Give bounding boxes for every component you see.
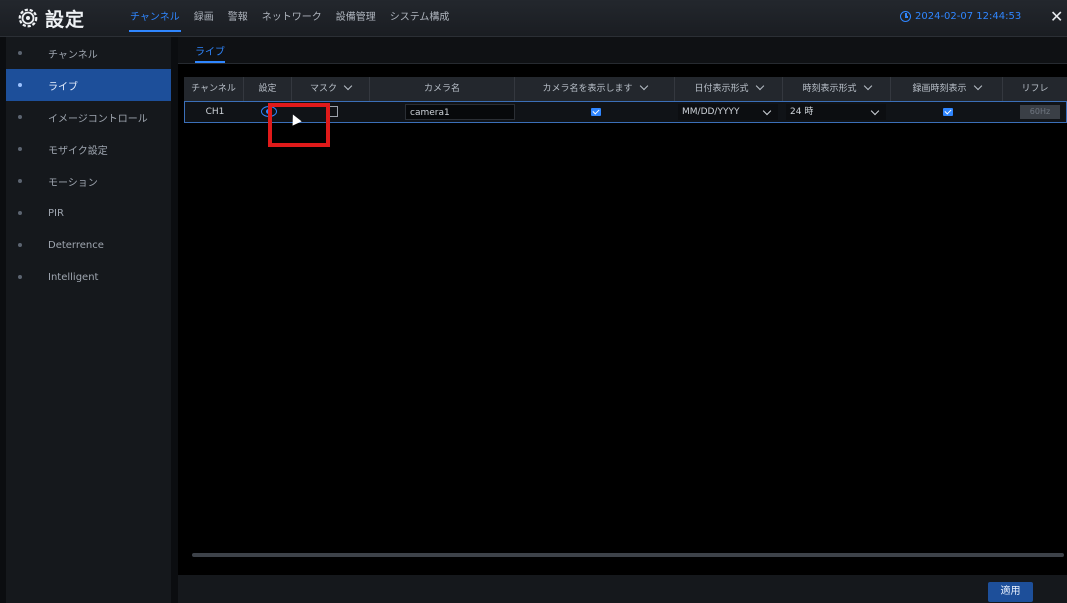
record-time-cell	[892, 102, 1004, 122]
table-header: チャンネル 設定 マスク カメラ名 カメラ名を表示します 日付表示形式 時刻表示…	[184, 77, 1067, 101]
channel-cell: CH1	[205, 107, 225, 117]
horizontal-scrollbar[interactable]	[192, 553, 1064, 557]
sidebar-item-pir[interactable]: PIR	[6, 197, 171, 229]
sidebar-item-image-control[interactable]: イメージコントロール	[6, 101, 171, 133]
sidebar-item-channel[interactable]: チャンネル	[6, 37, 171, 69]
nav-tab-system[interactable]: システム構成	[383, 10, 457, 32]
camera-name-input[interactable]: camera1	[405, 104, 515, 120]
header-mask-label: マスク	[309, 84, 337, 94]
datetime-display: 2024-02-07 12:44:53	[900, 11, 1021, 22]
header-record-time[interactable]: 録画時刻表示	[891, 77, 1003, 101]
sidebar-item-label: Intelligent	[48, 271, 99, 283]
top-nav: チャンネル 録画 警報 ネットワーク 設備管理 システム構成	[123, 10, 456, 32]
close-icon[interactable]: ✕	[1050, 7, 1063, 26]
sidebar-item-deterrence[interactable]: Deterrence	[6, 229, 171, 261]
date-format-select[interactable]: MM/DD/YYYY	[678, 104, 778, 120]
show-name-cell	[516, 102, 676, 122]
chevron-down-icon	[870, 106, 880, 116]
header-date-format[interactable]: 日付表示形式	[675, 77, 783, 101]
chevron-down-icon	[762, 106, 772, 116]
sidebar-item-label: チャンネル	[48, 49, 98, 61]
nav-tab-device[interactable]: 設備管理	[329, 10, 383, 32]
record-time-checkbox[interactable]	[943, 107, 953, 116]
sidebar-item-label: Deterrence	[48, 239, 104, 251]
chevron-down-icon	[863, 81, 872, 91]
sidebar-item-live[interactable]: ライブ	[6, 69, 171, 101]
header-time-format[interactable]: 時刻表示形式	[783, 77, 891, 101]
highlight-box	[268, 103, 330, 147]
bullet-icon	[18, 51, 22, 55]
bullet-icon	[18, 275, 22, 279]
sub-tab-bar: ライブ	[178, 37, 1067, 64]
footer-bar	[178, 575, 1067, 603]
bullet-icon	[18, 179, 22, 183]
bullet-icon	[18, 83, 22, 87]
clock-icon	[900, 11, 911, 22]
tab-live[interactable]: ライブ	[195, 43, 225, 63]
sidebar-item-motion[interactable]: モーション	[6, 165, 171, 197]
sidebar-item-label: モーション	[48, 177, 98, 189]
show-name-checkbox[interactable]	[591, 107, 601, 116]
page-title: 設定	[45, 9, 86, 31]
header-camera-name: カメラ名	[370, 77, 515, 101]
header-record-time-label: 録画時刻表示	[912, 84, 967, 94]
gear-icon	[18, 8, 38, 28]
chevron-down-icon	[973, 81, 982, 91]
datetime-text: 2024-02-07 12:44:53	[915, 11, 1022, 22]
time-format-value: 24 時	[790, 107, 814, 117]
header-time-format-label: 時刻表示形式	[802, 84, 857, 94]
header-show-name[interactable]: カメラ名を表示します	[515, 77, 675, 101]
time-format-select[interactable]: 24 時	[786, 104, 886, 120]
bullet-icon	[18, 243, 22, 247]
chevron-down-icon	[343, 81, 353, 91]
sidebar-item-label: イメージコントロール	[48, 113, 148, 125]
nav-tab-network[interactable]: ネットワーク	[255, 10, 329, 32]
header-date-format-label: 日付表示形式	[694, 84, 749, 94]
bullet-icon	[18, 211, 22, 215]
apply-button[interactable]: 適用	[988, 582, 1033, 602]
sidebar-item-label: ライブ	[48, 81, 78, 93]
sidebar-item-label: モザイク設定	[48, 145, 108, 157]
top-bar: 設定 チャンネル 録画 警報 ネットワーク 設備管理 システム構成 2024-0…	[0, 0, 1067, 37]
chevron-down-icon	[755, 81, 764, 91]
nav-tab-alarm[interactable]: 警報	[221, 10, 255, 32]
sidebar-item-mosaic[interactable]: モザイク設定	[6, 133, 171, 165]
nav-tab-channel[interactable]: チャンネル	[123, 10, 187, 32]
sidebar: チャンネル ライブ イメージコントロール モザイク設定 モーション PIR De…	[6, 37, 171, 603]
chevron-down-icon	[639, 81, 648, 91]
header-settings: 設定	[244, 77, 292, 101]
header-show-name-label: カメラ名を表示します	[542, 84, 633, 94]
refresh-field: 60Hz	[1020, 105, 1060, 119]
bullet-icon	[18, 147, 22, 151]
nav-tab-record[interactable]: 録画	[187, 10, 221, 32]
sidebar-item-intelligent[interactable]: Intelligent	[6, 261, 171, 293]
sidebar-item-label: PIR	[48, 207, 64, 219]
bullet-icon	[18, 115, 22, 119]
header-channel: チャンネル	[184, 77, 244, 101]
date-format-value: MM/DD/YYYY	[682, 107, 740, 117]
header-refresh: リフレ	[1021, 84, 1049, 94]
header-mask[interactable]: マスク	[292, 77, 370, 101]
